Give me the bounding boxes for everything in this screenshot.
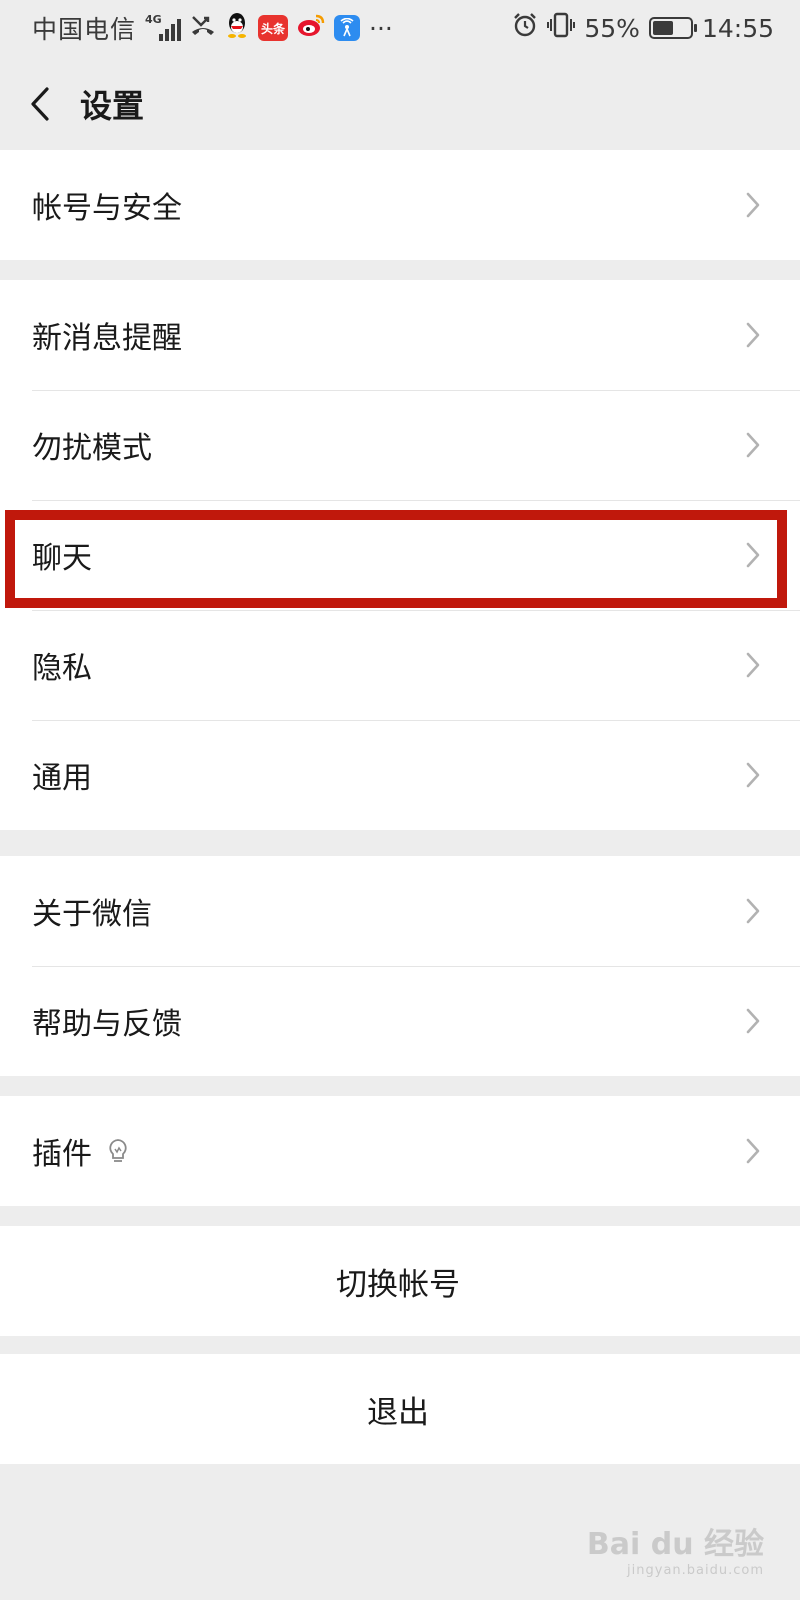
- lightbulb-icon: [109, 1139, 127, 1162]
- nav-bar: 设置: [0, 56, 800, 152]
- clock: 14:55: [701, 13, 774, 43]
- logout-button[interactable]: 退出: [0, 1354, 800, 1464]
- settings-group: 新消息提醒 勿扰模式 聊天 隐私 通用: [0, 280, 800, 830]
- menu-item-about[interactable]: 关于微信: [0, 856, 800, 966]
- menu-item-label: 插件: [32, 1137, 92, 1172]
- switch-account-label: 切换帐号: [336, 1266, 460, 1303]
- menu-item-label: 帮助与反馈: [32, 1007, 182, 1042]
- back-button[interactable]: [0, 56, 80, 152]
- menu-item-label: 聊天: [32, 541, 92, 576]
- chevron-right-icon: [746, 1138, 760, 1164]
- switch-account-button[interactable]: 切换帐号: [0, 1226, 800, 1336]
- chevron-right-icon: [746, 652, 760, 678]
- plugins-group: 插件: [0, 1096, 800, 1206]
- status-right: 55% 14:55: [512, 12, 774, 44]
- alarm-icon: [512, 12, 538, 44]
- menu-item-label-wrap: 插件: [32, 1129, 130, 1173]
- menu-item-help[interactable]: 帮助与反馈: [0, 966, 800, 1076]
- logout-label: 退出: [367, 1394, 429, 1431]
- switch-account-group: 切换帐号: [0, 1226, 800, 1336]
- menu-item-label: 勿扰模式: [32, 431, 152, 466]
- menu-item-label: 隐私: [32, 651, 92, 686]
- wifi-share-icon: [334, 15, 361, 41]
- network-type: 4G: [145, 13, 162, 26]
- battery-icon: [648, 17, 697, 39]
- carrier-label: 中国电信: [32, 15, 137, 44]
- menu-item-label: 新消息提醒: [32, 321, 182, 356]
- watermark-url: jingyan.baidu.com: [627, 1563, 764, 1578]
- vibrate-icon: [547, 12, 576, 44]
- chevron-right-icon: [746, 542, 760, 568]
- status-bar: 中国电信 4G 头条 ··· 55% 14:55: [0, 0, 800, 56]
- account-group: 帐号与安全: [0, 150, 800, 260]
- menu-item-dnd[interactable]: 勿扰模式: [0, 390, 800, 500]
- menu-item-account-security[interactable]: 帐号与安全: [0, 150, 800, 260]
- chevron-right-icon: [746, 192, 760, 218]
- chevron-right-icon: [746, 762, 760, 788]
- chevron-left-icon: [31, 87, 49, 121]
- status-left: 中国电信 4G 头条 ···: [32, 10, 393, 46]
- page-title: 设置: [80, 87, 145, 125]
- logout-group: 退出: [0, 1354, 800, 1464]
- weibo-icon: [297, 12, 325, 44]
- battery-percent: 55%: [584, 13, 640, 43]
- watermark: Bai du 经验 jingyan.baidu.com: [587, 1519, 764, 1578]
- chevron-right-icon: [746, 432, 760, 458]
- menu-item-chat[interactable]: 聊天: [0, 500, 800, 610]
- chevron-right-icon: [746, 322, 760, 348]
- menu-item-label: 通用: [32, 761, 92, 796]
- missed-call-icon: [190, 12, 216, 44]
- chevron-right-icon: [746, 1008, 760, 1034]
- signal-icon: 4G: [145, 13, 182, 41]
- about-group: 关于微信 帮助与反馈: [0, 856, 800, 1076]
- menu-item-label: 关于微信: [32, 897, 152, 932]
- chevron-right-icon: [746, 898, 760, 924]
- battery-fill: [652, 21, 673, 35]
- menu-item-plugins[interactable]: 插件: [0, 1096, 800, 1206]
- menu-item-general[interactable]: 通用: [0, 720, 800, 830]
- menu-item-privacy[interactable]: 隐私: [0, 610, 800, 720]
- watermark-brand: Bai du 经验: [586, 1527, 764, 1562]
- toutiao-icon: 头条: [258, 15, 289, 41]
- menu-item-label: 帐号与安全: [32, 191, 182, 226]
- qq-icon: [225, 12, 249, 44]
- menu-item-notifications[interactable]: 新消息提醒: [0, 280, 800, 390]
- more-notifications: ···: [369, 13, 393, 43]
